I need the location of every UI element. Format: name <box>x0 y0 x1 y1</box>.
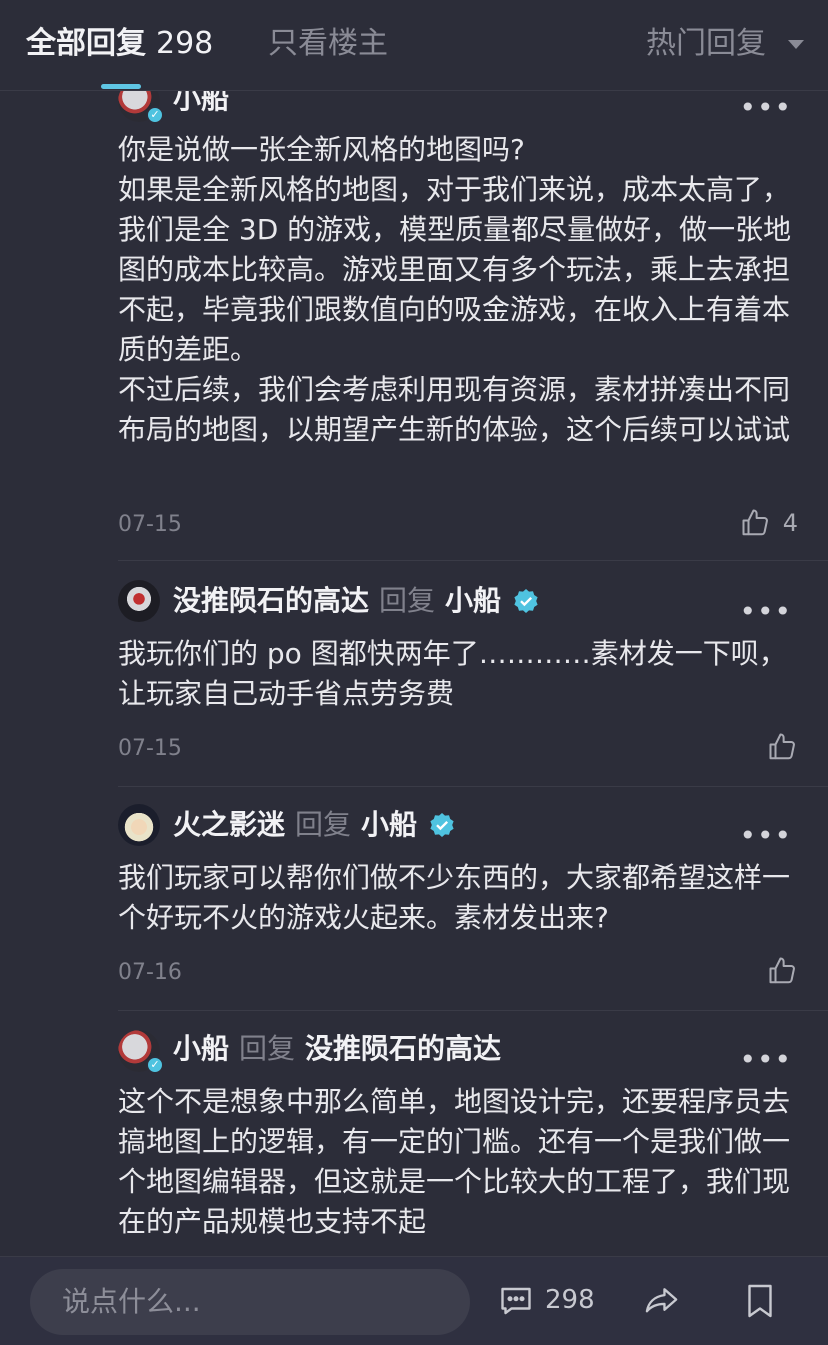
avatar[interactable] <box>118 580 160 622</box>
thumbs-up-icon <box>769 957 795 984</box>
divider <box>118 560 828 561</box>
reply-label: 回复 <box>295 808 352 841</box>
verified-badge-icon: ✓ <box>146 106 164 124</box>
active-tab-indicator <box>101 84 141 89</box>
like-button[interactable] <box>768 956 798 986</box>
reply-label: 回复 <box>239 1032 296 1065</box>
reply-text: 我玩你们的 po 图都快两年了…………素材发一下呗，让玩家自己动手省点劳务费 <box>118 637 787 710</box>
tab-all-count: 298 <box>156 26 214 61</box>
author-name[interactable]: 火之影迷 <box>173 804 285 846</box>
reply-text: 这个不是想象中那么简单，地图设计完，还要程序员去搞地图上的逻辑，有一定的门槛。还… <box>118 1085 791 1238</box>
bottom-action-bar: 说点什么... 298 <box>0 1256 828 1345</box>
divider <box>118 786 828 787</box>
comment-count: 298 <box>545 1285 595 1315</box>
reply-meta: 小船 回复 没推陨石的高达 <box>173 1028 501 1070</box>
share-icon[interactable] <box>644 1283 682 1319</box>
avatar[interactable] <box>118 804 160 846</box>
reply-target-name[interactable]: 小船 <box>361 804 417 846</box>
reply-label: 回复 <box>379 584 436 617</box>
more-options-icon[interactable]: ••• <box>739 822 792 850</box>
tab-op-only[interactable]: 只看楼主 <box>268 24 388 64</box>
reply-tabs-header: 全部回复 298 只看楼主 热门回复 <box>0 0 828 91</box>
reply-target-name[interactable]: 没推陨石的高达 <box>305 1028 501 1070</box>
verified-badge-icon <box>430 813 454 837</box>
tab-all-label: 全部回复 <box>26 26 146 61</box>
comment-input[interactable]: 说点什么... <box>30 1269 470 1335</box>
bookmark-icon[interactable] <box>744 1283 776 1319</box>
reply-meta: 火之影迷 回复 小船 <box>173 804 455 846</box>
thumbs-up-icon <box>742 509 768 536</box>
reply-meta: 没推陨石的高达 回复 小船 <box>173 580 539 622</box>
chevron-down-icon <box>788 39 804 49</box>
divider <box>118 1010 828 1011</box>
tab-all-replies[interactable]: 全部回复 298 <box>26 24 213 64</box>
verified-badge-icon <box>514 589 538 613</box>
author-name[interactable]: 小船 <box>173 1028 229 1070</box>
like-button[interactable]: 4 <box>741 508 798 538</box>
reply-text: 你是说做一张全新风格的地图吗? 如果是全新风格的地图，对于我们来说，成本太高了，… <box>118 133 792 446</box>
reply-date: 07-15 <box>118 512 182 537</box>
author-name[interactable]: 没推陨石的高达 <box>173 580 369 622</box>
sort-label: 热门回复 <box>646 26 766 61</box>
reply-date: 07-16 <box>118 960 182 985</box>
more-options-icon[interactable]: ••• <box>739 1046 792 1074</box>
comment-icon[interactable] <box>498 1283 534 1319</box>
sort-dropdown[interactable]: 热门回复 <box>646 24 804 64</box>
reply-target-name[interactable]: 小船 <box>445 580 501 622</box>
verified-badge-icon: ✓ <box>146 1056 164 1074</box>
reply-date: 07-15 <box>118 736 182 761</box>
like-button[interactable] <box>768 732 798 762</box>
more-options-icon[interactable]: ••• <box>739 598 792 626</box>
reply-text: 我们玩家可以帮你们做不少东西的，大家都希望这样一个好玩不火的游戏火起来。素材发出… <box>118 861 791 934</box>
more-options-icon[interactable]: ••• <box>739 94 792 122</box>
thumbs-up-icon <box>769 733 795 760</box>
reply-list: ✓ 小船 ••• 你是说做一张全新风格的地图吗? 如果是全新风格的地图，对于我们… <box>0 0 828 1256</box>
like-count: 4 <box>782 509 798 537</box>
